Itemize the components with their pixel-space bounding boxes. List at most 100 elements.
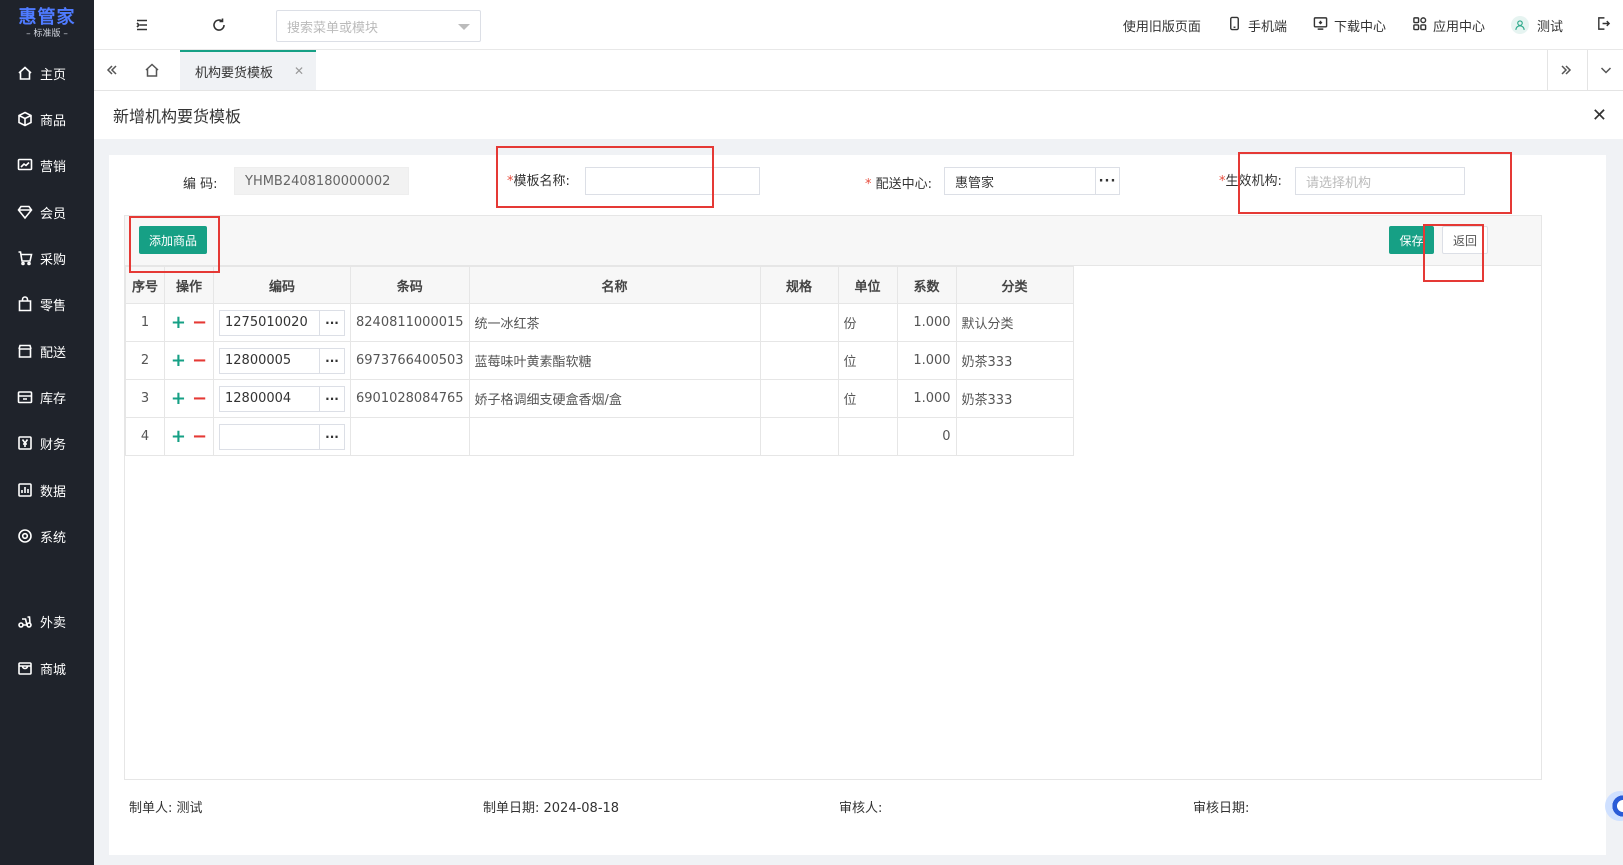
user-avatar-icon: [1510, 16, 1529, 34]
row-name: 娇子格调细支硬盒香烟/盒: [468, 379, 761, 418]
logo-title: 惠管家: [18, 7, 76, 28]
row-no: 2: [125, 341, 165, 380]
template-name-input[interactable]: [585, 167, 760, 195]
delivery-center-label: * 配送中心:: [865, 173, 932, 192]
tab-org-order-template[interactable]: 机构要货模板 ✕: [180, 50, 316, 90]
row-ops: + −: [164, 303, 214, 342]
assistant-float-icon[interactable]: [1605, 791, 1623, 821]
back-button[interactable]: 返回: [1442, 226, 1488, 254]
logout-button[interactable]: [1583, 16, 1623, 35]
col-header-ratio: 系数: [896, 266, 957, 304]
code-picker-button[interactable]: ···: [320, 423, 345, 450]
row-unit: 位: [837, 341, 898, 380]
col-header-barcode: 条码: [350, 266, 470, 304]
form-footer: 制单人: 测试 制单日期: 2024-08-18 审核人: 审核日期:: [109, 793, 1606, 817]
modal-header: 新增机构要货模板 ✕: [94, 91, 1623, 139]
sidebar-item-finance[interactable]: 财务: [0, 423, 94, 463]
code-input[interactable]: 12800004: [219, 385, 320, 412]
delivery-center-field[interactable]: 惠管家: [944, 167, 1096, 195]
code-label: 编 码:: [183, 177, 218, 192]
download-center-link[interactable]: 下载中心: [1313, 16, 1386, 35]
code-input[interactable]: [219, 423, 320, 450]
add-row-icon[interactable]: +: [171, 388, 186, 409]
app-logo[interactable]: 惠管家 – 标准版 –: [0, 0, 94, 48]
chevron-down-icon: [458, 24, 470, 30]
menu-fold-icon[interactable]: [132, 15, 152, 35]
code-input[interactable]: 1275010020: [219, 309, 320, 336]
chart-line-icon: [16, 156, 34, 174]
sidebar-item-label: 商城: [40, 662, 67, 678]
table-row: 4 + − ··· 0: [125, 417, 1074, 456]
bag-icon: [16, 295, 34, 313]
table-row: 2 + − 12800005 ··· 6973766400503 蓝莓味叶黄素酯软糖…: [125, 341, 1074, 380]
row-category: 默认分类: [955, 303, 1074, 342]
sidebar-item-system[interactable]: 系统: [0, 516, 94, 556]
close-icon[interactable]: ✕: [1592, 105, 1607, 126]
sidebar-item-retail[interactable]: 零售: [0, 284, 94, 324]
code-value: YHMB2408180000002: [245, 173, 391, 189]
tabs-scroll-right-icon[interactable]: [1547, 50, 1583, 90]
row-category: 奶茶333: [955, 379, 1074, 418]
sidebar-item-takeout[interactable]: 外卖: [0, 601, 94, 641]
cart-icon: [16, 249, 34, 267]
sidebar-item-delivery[interactable]: 配送: [0, 331, 94, 371]
remove-row-icon[interactable]: −: [192, 350, 207, 371]
app-center-link[interactable]: 应用中心: [1412, 16, 1485, 35]
row-no: 3: [125, 379, 165, 418]
code-picker-button[interactable]: ···: [320, 385, 345, 412]
row-ops: + −: [164, 417, 214, 456]
refresh-icon[interactable]: [209, 15, 229, 35]
col-header-unit: 单位: [837, 266, 898, 304]
user-menu[interactable]: 测试: [1510, 16, 1563, 35]
sidebar-item-members[interactable]: 会员: [0, 192, 94, 232]
store-icon: [16, 342, 34, 360]
remove-row-icon[interactable]: −: [192, 426, 207, 447]
add-row-icon[interactable]: +: [171, 312, 186, 333]
add-row-icon[interactable]: +: [171, 350, 186, 371]
search-placeholder: 搜索菜单或模块: [287, 20, 379, 36]
col-header-code: 编码: [213, 266, 351, 304]
form-panel: 编 码: YHMB2408180000002 *模板名称: * 配送中心: 惠管…: [109, 155, 1606, 855]
logo-edition: – 标准版 –: [26, 29, 68, 39]
audit-date-text: 审核日期:: [1193, 801, 1250, 816]
row-code: 1275010020 ···: [213, 303, 351, 342]
mobile-icon: [1227, 16, 1248, 35]
code-picker-button[interactable]: ···: [320, 347, 345, 374]
row-category: [955, 417, 1074, 456]
sidebar-item-data[interactable]: 数据: [0, 470, 94, 510]
remove-row-icon[interactable]: −: [192, 312, 207, 333]
bar-chart-icon: [16, 481, 34, 499]
page-title: 新增机构要货模板: [113, 107, 242, 126]
save-button[interactable]: 保存: [1389, 226, 1434, 254]
apps-label: 应用中心: [1432, 19, 1485, 35]
sidebar-item-products[interactable]: 商品: [0, 99, 94, 139]
old-version-link[interactable]: 使用旧版页面: [1123, 16, 1201, 35]
add-row-icon[interactable]: +: [171, 426, 186, 447]
code-input[interactable]: 12800005: [219, 347, 320, 374]
row-barcode: 6973766400503: [350, 341, 470, 380]
main-area: 新增机构要货模板 ✕ 编 码: YHMB2408180000002 *模板名称:…: [94, 91, 1623, 865]
row-category: 奶茶333: [955, 341, 1074, 380]
tabs-scroll-left-icon[interactable]: [94, 50, 130, 90]
sidebar-item-marketing[interactable]: 营销: [0, 145, 94, 185]
row-ratio: 0: [896, 417, 957, 456]
close-tab-icon[interactable]: ✕: [294, 64, 304, 78]
code-picker-button[interactable]: ···: [320, 309, 345, 336]
sidebar-item-home[interactable]: 主页: [0, 53, 94, 93]
sidebar-item-purchase[interactable]: 采购: [0, 238, 94, 278]
add-goods-button[interactable]: 添加商品: [139, 226, 207, 254]
row-code: ···: [213, 417, 351, 456]
col-header-spec: 规格: [759, 266, 839, 304]
row-spec: [759, 303, 839, 342]
mobile-link[interactable]: 手机端: [1227, 16, 1287, 35]
effective-org-input[interactable]: 请选择机构: [1295, 167, 1465, 195]
home-tab-icon[interactable]: [134, 50, 170, 90]
row-code: 12800004 ···: [213, 379, 351, 418]
col-header-no: 序号: [125, 266, 165, 304]
sidebar-item-mall[interactable]: 商城: [0, 648, 94, 688]
tabs-more-chevron-down-icon[interactable]: [1587, 50, 1623, 90]
menu-search-select[interactable]: 搜索菜单或模块: [276, 10, 481, 42]
sidebar-item-inventory[interactable]: 库存: [0, 377, 94, 417]
remove-row-icon[interactable]: −: [192, 388, 207, 409]
delivery-center-picker-button[interactable]: ···: [1095, 167, 1120, 195]
